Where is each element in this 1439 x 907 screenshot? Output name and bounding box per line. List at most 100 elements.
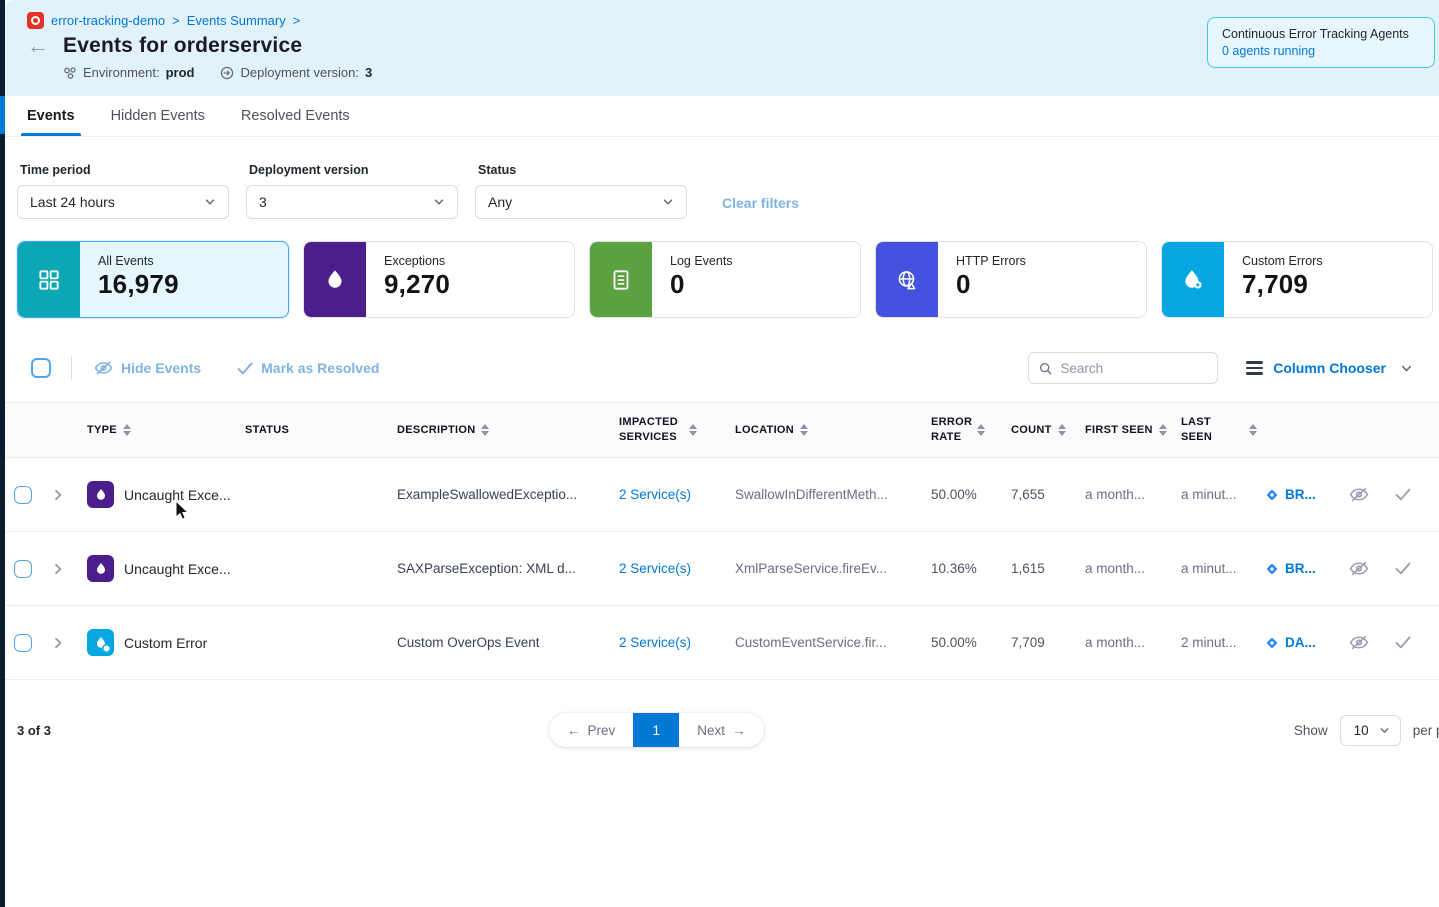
search-icon: [1039, 361, 1052, 376]
event-type-cell: Uncaught Exce...: [87, 555, 245, 582]
per-page-label: per page: [1413, 723, 1439, 738]
table-row[interactable]: Uncaught Exce... ExampleSwallowedExcepti…: [5, 458, 1439, 532]
stat-card-http-errors[interactable]: HTTP Errors 0: [875, 241, 1147, 318]
column-header-status: STATUS: [245, 423, 397, 438]
sort-icon[interactable]: [689, 424, 697, 436]
column-header-description[interactable]: DESCRIPTION: [397, 423, 619, 438]
table-row[interactable]: Uncaught Exce... SAXParseException: XML …: [5, 532, 1439, 606]
hide-event-icon[interactable]: [1349, 561, 1369, 576]
stat-card-exceptions[interactable]: Exceptions 9,270: [303, 241, 575, 318]
clear-filters-button[interactable]: Clear filters: [722, 195, 799, 211]
row-expander-chevron-icon[interactable]: [51, 488, 87, 502]
resolve-event-icon[interactable]: [1395, 488, 1411, 501]
column-header-last-seen[interactable]: LAST SEEN: [1181, 415, 1265, 445]
sort-icon[interactable]: [1249, 424, 1257, 436]
prev-page-button[interactable]: ← Prev: [549, 713, 633, 747]
status-label: Status: [478, 163, 687, 177]
column-header-impacted-services[interactable]: IMPACTED SERVICES: [619, 415, 735, 445]
location-cell: SwallowInDifferentMeth...: [735, 487, 931, 502]
row-checkbox[interactable]: [14, 486, 32, 504]
last-seen-cell: a minut...: [1181, 561, 1265, 576]
columns-icon[interactable]: [1246, 361, 1263, 375]
stat-card-value: 0: [956, 269, 1026, 300]
sort-icon[interactable]: [800, 424, 808, 436]
impacted-services-link[interactable]: 2 Service(s): [619, 561, 691, 576]
collapsed-sidebar-edge[interactable]: [0, 0, 5, 907]
jira-ticket-link[interactable]: BR...: [1265, 487, 1335, 502]
time-period-label: Time period: [20, 163, 229, 177]
agents-running-link[interactable]: 0 agents running: [1222, 44, 1420, 58]
deployment-version-select[interactable]: 3: [246, 185, 458, 219]
deployment-meta: Deployment version: 3: [220, 65, 372, 80]
column-header-count[interactable]: COUNT: [1011, 423, 1085, 438]
sort-icon[interactable]: [123, 424, 131, 436]
jira-ticket-link[interactable]: BR...: [1265, 561, 1335, 576]
mark-resolved-button[interactable]: Mark as Resolved: [237, 360, 379, 376]
resolve-event-icon[interactable]: [1395, 562, 1411, 575]
row-checkbox[interactable]: [14, 634, 32, 652]
next-page-button[interactable]: Next →: [679, 713, 763, 747]
back-button[interactable]: ←: [27, 35, 49, 57]
impacted-services-link[interactable]: 2 Service(s): [619, 487, 691, 502]
sort-icon[interactable]: [481, 424, 489, 436]
breadcrumb-separator: >: [293, 13, 301, 28]
tab-hidden-events[interactable]: Hidden Events: [111, 96, 205, 136]
sort-icon[interactable]: [1159, 424, 1167, 436]
table-row[interactable]: Custom Error Custom OverOps Event 2 Serv…: [5, 606, 1439, 680]
stat-card-log-events[interactable]: Log Events 0: [589, 241, 861, 318]
column-header-location[interactable]: LOCATION: [735, 423, 931, 438]
agents-status-card[interactable]: Continuous Error Tracking Agents 0 agent…: [1207, 17, 1435, 68]
column-chooser-button[interactable]: Column Chooser: [1273, 360, 1386, 376]
search-box[interactable]: [1028, 352, 1218, 384]
error-rate-cell: 50.00%: [931, 635, 1011, 650]
column-header-type[interactable]: TYPE: [87, 423, 245, 438]
chevron-down-icon: [662, 196, 674, 208]
location-cell: CustomEventService.fir...: [735, 635, 931, 650]
hide-events-button[interactable]: Hide Events: [94, 360, 201, 376]
status-select[interactable]: Any: [475, 185, 687, 219]
stat-card-label: Exceptions: [384, 254, 450, 268]
hide-event-icon[interactable]: [1349, 635, 1369, 650]
stat-card-all-events[interactable]: All Events 16,979: [17, 241, 289, 318]
row-expander-chevron-icon[interactable]: [51, 636, 87, 650]
breadcrumb-project-link[interactable]: error-tracking-demo: [51, 13, 165, 28]
stat-card-value: 0: [670, 269, 733, 300]
page-header: error-tracking-demo > Events Summary > ←…: [5, 0, 1439, 96]
column-chooser-chevron-icon[interactable]: [1400, 362, 1413, 375]
stat-card-custom-errors[interactable]: Custom Errors 7,709: [1161, 241, 1433, 318]
jira-icon: [1265, 636, 1279, 650]
flame-gear-icon: [1162, 242, 1224, 317]
last-seen-cell: 2 minut...: [1181, 635, 1265, 650]
table-header-row: TYPE STATUS DESCRIPTION IMPACTED SERVICE…: [5, 402, 1439, 458]
impacted-services-link[interactable]: 2 Service(s): [619, 635, 691, 650]
events-tabs: Events Hidden Events Resolved Events: [5, 96, 1439, 137]
hide-event-icon[interactable]: [1349, 487, 1369, 502]
resolve-event-icon[interactable]: [1395, 636, 1411, 649]
jira-ticket-link[interactable]: DA...: [1265, 635, 1335, 650]
row-expander-chevron-icon[interactable]: [51, 562, 87, 576]
column-header-first-seen[interactable]: FIRST SEEN: [1085, 423, 1181, 438]
select-all-checkbox[interactable]: [31, 358, 51, 378]
stat-card-label: Custom Errors: [1242, 254, 1323, 268]
breadcrumb-section-link[interactable]: Events Summary: [187, 13, 286, 28]
row-checkbox[interactable]: [14, 560, 32, 578]
sort-icon[interactable]: [977, 424, 985, 436]
error-rate-cell: 10.36%: [931, 561, 1011, 576]
breadcrumb-separator: >: [172, 13, 180, 28]
last-seen-cell: a minut...: [1181, 487, 1265, 502]
environment-value: prod: [166, 65, 195, 80]
time-period-select[interactable]: Last 24 hours: [17, 185, 229, 219]
pager: ← Prev 1 Next →: [549, 713, 764, 747]
tab-resolved-events[interactable]: Resolved Events: [241, 96, 350, 136]
jira-icon: [1265, 488, 1279, 502]
table-body: Uncaught Exce... ExampleSwallowedExcepti…: [5, 458, 1439, 680]
page-size-select[interactable]: 10: [1340, 715, 1401, 746]
prev-label: Prev: [588, 723, 616, 738]
page-number-button[interactable]: 1: [633, 713, 679, 747]
search-input[interactable]: [1060, 361, 1207, 376]
error-tracking-logo-icon: [27, 12, 44, 29]
column-header-error-rate[interactable]: ERROR RATE: [931, 415, 1011, 445]
sort-icon[interactable]: [1058, 424, 1066, 436]
tab-events[interactable]: Events: [27, 96, 75, 136]
table-toolbar: Hide Events Mark as Resolved Column Choo…: [5, 350, 1439, 386]
